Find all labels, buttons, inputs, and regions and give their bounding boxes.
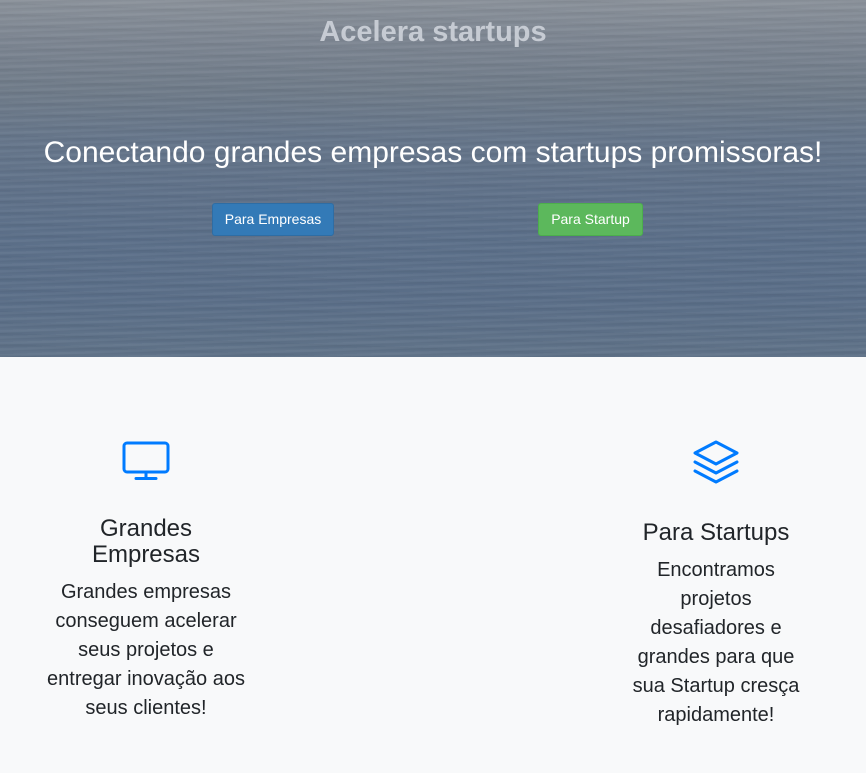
feature-title: Para Startups (642, 519, 790, 546)
hero-section: Acelera startups Conectando grandes empr… (0, 0, 866, 357)
para-startup-button[interactable]: Para Startup (538, 203, 643, 236)
para-empresas-button[interactable]: Para Empresas (212, 203, 334, 236)
layers-icon (693, 440, 739, 484)
feature-title: Grandes Empresas (91, 515, 201, 568)
feature-text: Encontramos projetos desafiadores e gran… (632, 559, 800, 726)
hero-background (0, 0, 866, 357)
feature-para-startups: Para Startups Encontramos projetos desaf… (616, 440, 816, 730)
hero-headline: Conectando grandes empresas com startups… (43, 136, 823, 169)
feature-text: Grandes empresas conseguem acelerar seus… (47, 581, 245, 719)
feature-grandes-empresas: Grandes Empresas Grandes empresas conseg… (46, 440, 246, 723)
brand-title[interactable]: Acelera startups (0, 16, 866, 49)
monitor-icon (122, 441, 170, 480)
